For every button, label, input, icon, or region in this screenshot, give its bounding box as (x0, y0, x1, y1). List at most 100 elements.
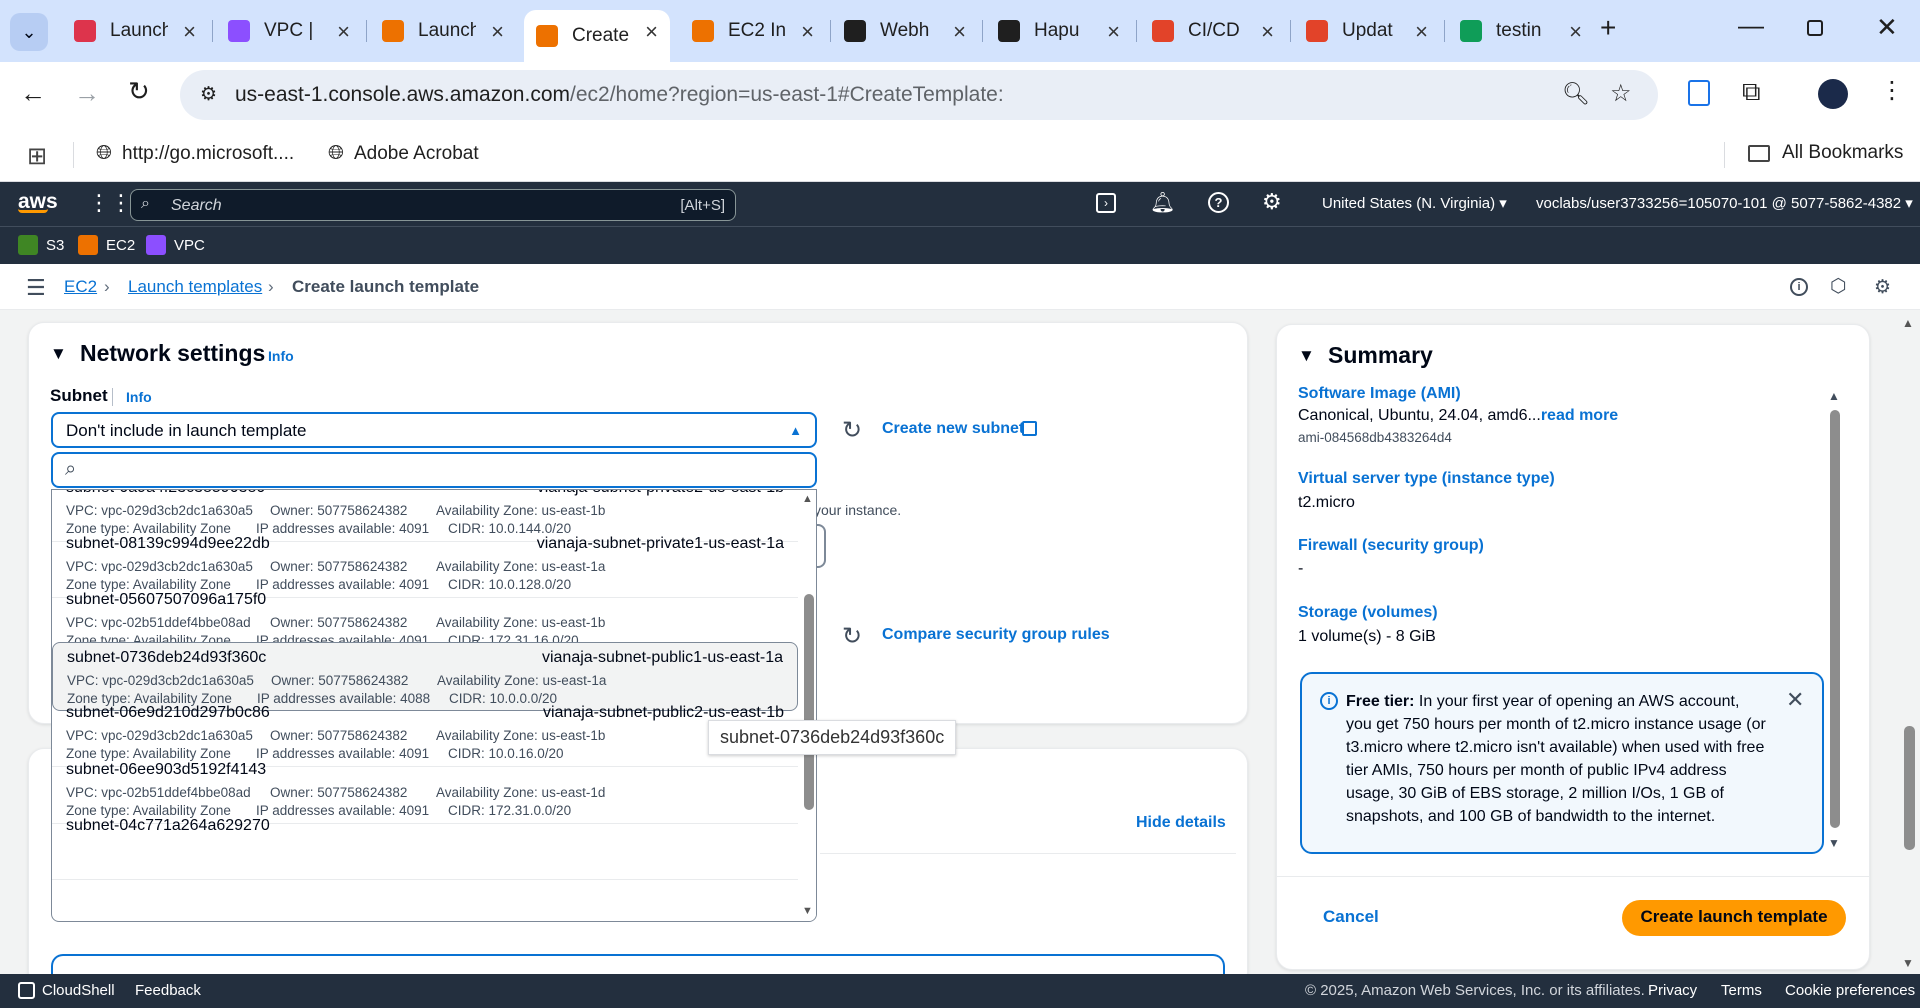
aws-search-input[interactable]: ⌕ Search [Alt+S] (130, 189, 736, 221)
info-icon[interactable]: i (1790, 278, 1808, 296)
page-scrollbar-thumb[interactable] (1904, 726, 1915, 850)
close-tab-icon[interactable]: × (183, 19, 196, 45)
privacy-link[interactable]: Privacy (1648, 982, 1697, 999)
read-more-link[interactable]: read more (1541, 407, 1618, 424)
notifications-icon[interactable]: ⬡ (1830, 275, 1847, 298)
favorite-vpc[interactable]: VPC (146, 235, 205, 255)
close-tab-icon[interactable]: × (1415, 19, 1428, 45)
bookmark-adobe-acrobat[interactable]: 🌐︎ Adobe Acrobat (328, 142, 479, 165)
notifications-bell-icon[interactable]: 🔔︎ (1150, 190, 1175, 215)
browser-tab[interactable]: EC2 In × (680, 10, 826, 52)
bookmark-microsoft[interactable]: 🌐︎ http://go.microsoft.... (96, 142, 294, 165)
minimize-button[interactable]: — (1738, 10, 1764, 41)
dropdown-scrollbar-thumb[interactable] (804, 594, 814, 810)
close-window-button[interactable]: ✕ (1876, 12, 1898, 43)
compare-security-group-rules-link[interactable]: Compare security group rules (882, 626, 1110, 644)
summary-collapse-caret-icon[interactable]: ▼ (1298, 346, 1315, 366)
browser-tab[interactable]: Webh × (832, 10, 978, 52)
cloudshell-icon[interactable]: › (1096, 193, 1116, 213)
subnet-info-link[interactable]: Info (126, 389, 152, 405)
breadcrumb-launch-templates[interactable]: Launch templates (128, 277, 262, 297)
subnet-select[interactable]: Don't include in launch template ▲ (51, 412, 817, 448)
globe-icon: 🌐︎ (328, 142, 344, 164)
summary-scrollbar-thumb[interactable] (1830, 410, 1840, 828)
tab-search-button[interactable]: ⌄ (10, 13, 48, 51)
browser-tab[interactable]: Create × (524, 10, 670, 62)
address-bar[interactable]: ⚙ us-east-1.console.aws.amazon.com/ec2/h… (180, 70, 1658, 120)
bookmarks-bar: ⊞ 🌐︎ http://go.microsoft.... 🌐︎ Adobe Acro… (0, 128, 1920, 182)
browser-tab[interactable]: Hapu × (986, 10, 1132, 52)
hide-details-link[interactable]: Hide details (1136, 814, 1226, 832)
browser-tab[interactable]: Updat × (1294, 10, 1440, 52)
browser-menu-icon[interactable]: ⋮ (1880, 76, 1904, 105)
restore-button[interactable] (1807, 20, 1823, 36)
cloudshell-button[interactable]: CloudShell (18, 982, 115, 999)
favorite-s3[interactable]: S3 (18, 235, 64, 255)
region-selector[interactable]: United States (N. Virginia) ▾ (1322, 194, 1507, 212)
terms-link[interactable]: Terms (1721, 982, 1762, 999)
panel-settings-icon[interactable]: ⚙ (1874, 276, 1891, 299)
forward-button[interactable]: → (74, 78, 100, 109)
subnet-dropdown-list: subnet-0a9a4f23c38590380 vianaja-subnet-p… (51, 489, 817, 922)
back-button[interactable]: ← (20, 78, 46, 109)
zoom-icon[interactable]: 🔍︎ (1562, 81, 1590, 107)
aws-logo[interactable]: aws (18, 190, 58, 213)
summary-scroll-up-icon[interactable]: ▲ (1828, 389, 1840, 403)
firewall-label-link[interactable]: Firewall (security group) (1298, 537, 1484, 555)
cookie-preferences-link[interactable]: Cookie preferences (1785, 982, 1915, 999)
page-scroll-down-icon[interactable]: ▼ (1902, 956, 1914, 970)
browser-tab[interactable]: Launch × (370, 10, 516, 52)
browser-tab[interactable]: VPC | × (216, 10, 362, 52)
extensions-puzzle-icon[interactable]: ⧉ (1742, 76, 1761, 108)
instance-type-label-link[interactable]: Virtual server type (instance type) (1298, 470, 1555, 488)
help-icon[interactable]: ? (1208, 192, 1229, 213)
close-tab-icon[interactable]: × (491, 19, 504, 45)
page-scroll-up-icon[interactable]: ▲ (1902, 316, 1914, 330)
info-link[interactable]: Info (268, 348, 294, 364)
favorite-ec2[interactable]: EC2 (78, 235, 135, 255)
subnet-filter-input[interactable]: ⌕ (51, 452, 817, 488)
ami-label-link[interactable]: Software Image (AMI) (1298, 385, 1461, 403)
close-icon[interactable]: ✕ (1786, 688, 1804, 711)
favorite-label: EC2 (106, 236, 136, 254)
all-bookmarks-button[interactable]: All Bookmarks (1748, 142, 1903, 164)
account-menu[interactable]: voclabs/user3733256=105070-101 @ 5077-58… (1536, 194, 1913, 212)
close-tab-icon[interactable]: × (1261, 19, 1274, 45)
new-tab-button[interactable]: + (1600, 12, 1616, 44)
feedback-link[interactable]: Feedback (135, 982, 201, 999)
side-nav-menu-icon[interactable]: ☰ (26, 275, 46, 301)
close-tab-icon[interactable]: × (801, 19, 814, 45)
chevron-right-icon: › (268, 277, 274, 296)
browser-tab[interactable]: Launch × (62, 10, 208, 52)
close-tab-icon[interactable]: × (1569, 19, 1582, 45)
info-circle-icon: i (1320, 692, 1338, 710)
summary-title: Summary (1328, 342, 1433, 368)
close-tab-icon[interactable]: × (645, 19, 658, 45)
scroll-up-icon[interactable]: ▲ (802, 493, 813, 505)
create-new-subnet-link[interactable]: Create new subnet (882, 420, 1024, 438)
browser-tab[interactable]: testin × (1448, 10, 1594, 52)
create-launch-template-button[interactable]: Create launch template (1622, 900, 1846, 936)
console-footer: CloudShell Feedback © 2025, Amazon Web S… (0, 974, 1920, 1008)
storage-label-link[interactable]: Storage (volumes) (1298, 604, 1438, 622)
browser-tab[interactable]: CI/CD × (1140, 10, 1286, 52)
caret-up-icon: ▲ (789, 423, 802, 438)
cancel-button[interactable]: Cancel (1323, 907, 1379, 927)
profile-avatar[interactable] (1818, 79, 1848, 109)
close-tab-icon[interactable]: × (1107, 19, 1120, 45)
site-info-icon[interactable]: ⚙ (200, 83, 217, 106)
refresh-sg-icon[interactable]: ↻ (842, 622, 862, 651)
breadcrumb-ec2[interactable]: EC2 (64, 277, 97, 297)
collapse-caret-icon[interactable]: ▼ (50, 344, 67, 364)
close-tab-icon[interactable]: × (953, 19, 966, 45)
scroll-down-icon[interactable]: ▼ (802, 905, 813, 917)
close-tab-icon[interactable]: × (337, 19, 350, 45)
summary-scroll-down-icon[interactable]: ▼ (1828, 836, 1840, 850)
apps-grid-icon[interactable]: ⊞ (27, 142, 47, 171)
refresh-subnets-icon[interactable]: ↻ (842, 416, 862, 445)
extension-icon[interactable] (1688, 80, 1710, 106)
subnet-option[interactable]: subnet-04c771a264a629270 (52, 811, 798, 880)
settings-gear-icon[interactable]: ⚙ (1262, 189, 1282, 215)
reload-button[interactable]: ↻ (128, 76, 150, 107)
bookmark-star-icon[interactable]: ☆ (1610, 79, 1632, 108)
